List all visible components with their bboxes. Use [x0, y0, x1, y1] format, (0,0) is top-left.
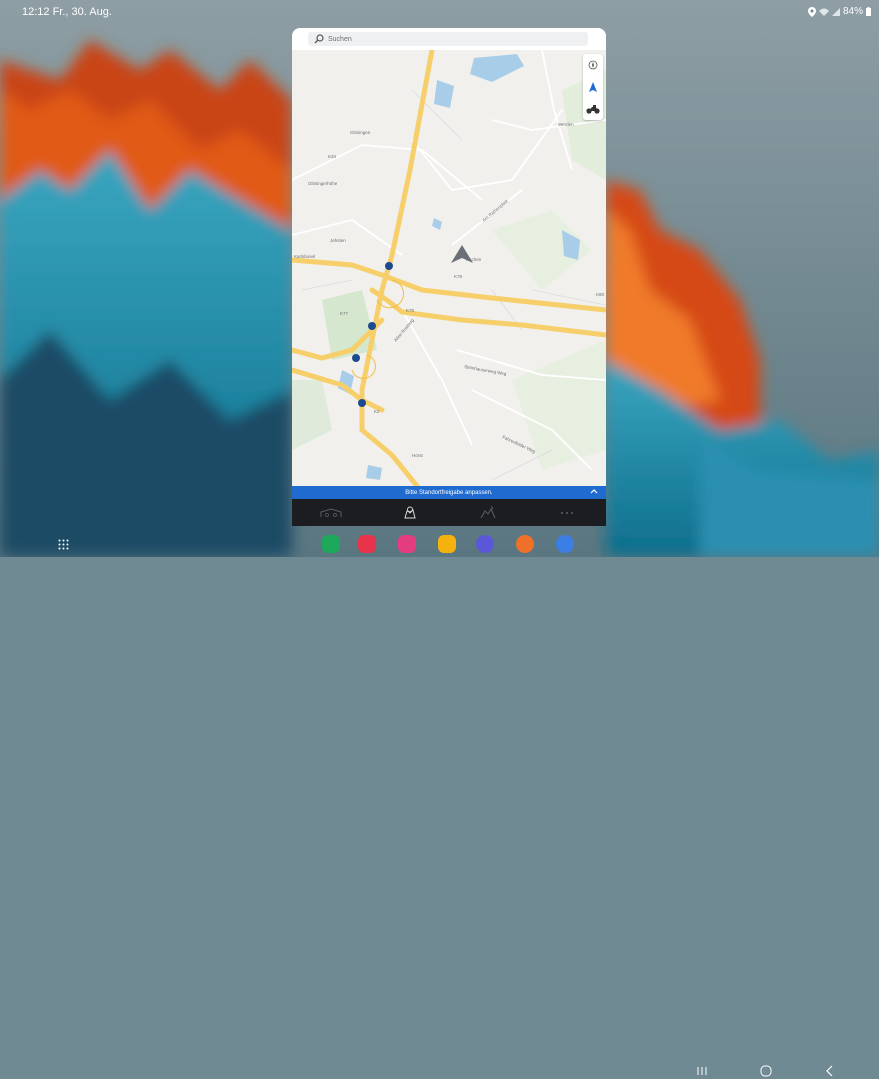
map-label: Karlsbosel: [294, 254, 315, 259]
signal-icon: [831, 7, 840, 16]
junction-marker: [385, 262, 393, 270]
compass-icon: [588, 60, 598, 70]
battery-percent: 84%: [842, 6, 863, 17]
files-app-icon[interactable]: [438, 535, 456, 553]
map-label: Hörst: [412, 453, 424, 458]
status-right: 84%: [807, 6, 871, 17]
garage-icon: [320, 507, 342, 517]
taskbar: [0, 528, 879, 1077]
banner-text: Bitte Standortfreigabe anpassen.: [405, 489, 493, 496]
map-label: K77: [340, 311, 349, 316]
chevron-up-icon[interactable]: [590, 488, 598, 496]
phone-app-icon[interactable]: [322, 535, 340, 553]
search-icon: [314, 34, 324, 44]
app-drawer-icon[interactable]: [58, 539, 69, 550]
camera-app-icon[interactable]: [358, 535, 376, 553]
tab-more[interactable]: [537, 499, 597, 526]
junction-marker: [358, 399, 366, 407]
map-icon: [404, 506, 416, 518]
map-controls: [583, 54, 603, 120]
battery-icon: [866, 7, 871, 16]
map-label: K79: [406, 308, 415, 313]
app-bottom-nav: [292, 499, 606, 526]
location-icon: [807, 6, 816, 17]
map-view[interactable]: Glösingen K34 Glösingerhöhe Jehsten Karl…: [292, 50, 606, 486]
junction-marker: [368, 322, 376, 330]
status-time-date: 12:12 Fr., 30. Aug.: [22, 6, 112, 18]
firefox-app-icon[interactable]: [516, 535, 534, 553]
recent-apps-icon[interactable]: [694, 1063, 710, 1079]
gallery-app-icon[interactable]: [398, 535, 416, 553]
tab-garage[interactable]: [301, 499, 361, 526]
motorcycle-icon: [586, 105, 600, 114]
map-label: K2: [374, 409, 380, 414]
home-icon[interactable]: [758, 1063, 774, 1079]
map-label: Glösingerhöhe: [308, 181, 338, 186]
more-icon: [560, 511, 573, 514]
compass-button[interactable]: [583, 54, 603, 76]
status-bar: 12:12 Fr., 30. Aug. 84%: [0, 0, 879, 22]
map-label: K80: [596, 292, 605, 297]
junction-marker: [352, 354, 360, 362]
search-input[interactable]: Suchen: [308, 32, 588, 46]
navigation-mode-button[interactable]: [583, 76, 603, 98]
map-label: Jehsten: [330, 238, 346, 243]
internet-app-icon[interactable]: [476, 535, 494, 553]
search-placeholder: Suchen: [328, 35, 352, 43]
map-label: Werden: [558, 122, 574, 127]
map-label: Kirchen: [466, 257, 482, 262]
tab-routes[interactable]: [458, 499, 518, 526]
map-label: Glösingen: [350, 130, 371, 135]
navigation-arrow-icon: [589, 82, 597, 92]
messages-app-icon[interactable]: [556, 535, 574, 553]
map-label: K78: [454, 274, 463, 279]
tab-map[interactable]: [380, 499, 440, 526]
wifi-icon: [818, 8, 829, 16]
route-icon: [480, 505, 496, 518]
back-icon[interactable]: [822, 1063, 838, 1079]
vehicle-mode-button[interactable]: [583, 98, 603, 120]
location-permission-banner[interactable]: Bitte Standortfreigabe anpassen.: [292, 486, 606, 499]
map-label: K34: [328, 154, 337, 159]
